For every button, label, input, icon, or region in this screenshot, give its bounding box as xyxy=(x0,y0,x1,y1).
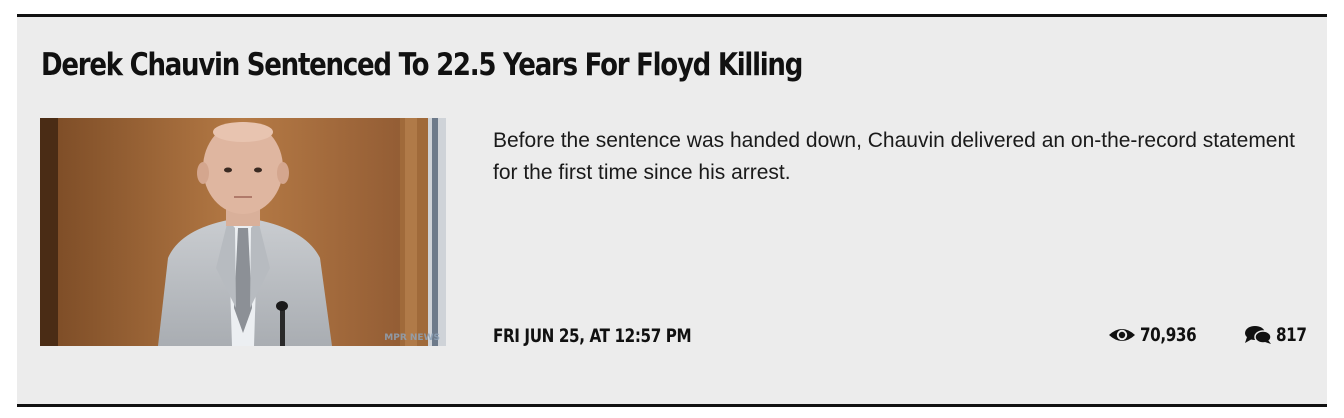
article-headline[interactable]: Derek Chauvin Sentenced To 22.5 Years Fo… xyxy=(41,47,803,83)
article-card: Derek Chauvin Sentenced To 22.5 Years Fo… xyxy=(17,14,1327,406)
article-summary: Before the sentence was handed down, Cha… xyxy=(493,129,1295,184)
bottom-divider xyxy=(17,404,1327,407)
view-count[interactable]: 70,936 xyxy=(1108,324,1210,346)
comment-count-value: 817 xyxy=(1276,324,1307,346)
comment-bubbles-icon xyxy=(1245,326,1272,344)
article-thumbnail[interactable]: MPR NEWS xyxy=(40,118,446,346)
eye-icon xyxy=(1109,329,1135,341)
comment-count[interactable]: 817 xyxy=(1244,324,1314,346)
article-date: FRI JUN 25, AT 12:57 PM xyxy=(493,325,692,347)
view-count-value: 70,936 xyxy=(1140,324,1197,346)
svg-text:MPR NEWS: MPR NEWS xyxy=(384,333,440,343)
